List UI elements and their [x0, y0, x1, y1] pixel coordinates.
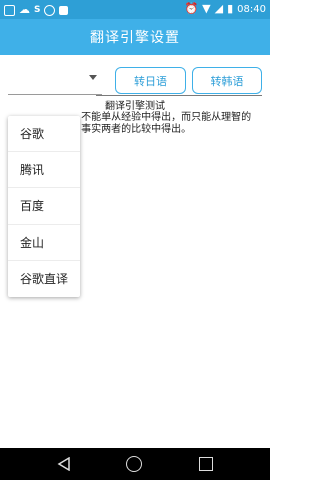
menu-item-tencent[interactable]: 腾讯 — [8, 152, 80, 189]
home-icon[interactable] — [126, 456, 142, 472]
circle-icon — [44, 4, 56, 16]
dropdown-arrow-icon[interactable] — [89, 75, 97, 80]
alarm-icon: ⏰ — [184, 2, 199, 15]
page-title: 翻译引擎设置 — [90, 30, 180, 46]
navigation-bar — [0, 448, 270, 480]
recent-apps-icon[interactable] — [199, 457, 213, 471]
status-left-icons: ☁ S — [4, 3, 69, 17]
input-underline — [96, 95, 262, 96]
engine-spinner-underline — [8, 94, 102, 95]
cloud-icon: ☁ — [19, 3, 30, 16]
image-icon — [4, 4, 15, 16]
status-right-icons: ⏰ ▼ ◢ ▮ 08:40 — [184, 2, 266, 16]
main-content: 转日语 转韩语 翻译引擎测试 不能单从经验中得出，而只能从理智的 事实两者的比较… — [0, 55, 270, 448]
signal-icon: ◢ — [214, 2, 224, 15]
menu-item-kingsoft[interactable]: 金山 — [8, 225, 80, 261]
to-korean-button[interactable]: 转韩语 — [192, 67, 262, 94]
to-japanese-button[interactable]: 转日语 — [115, 67, 186, 94]
menu-item-google[interactable]: 谷歌 — [8, 116, 80, 153]
square-icon — [59, 5, 69, 15]
status-time: 08:40 — [237, 3, 266, 15]
app-bar: 翻译引擎设置 — [0, 19, 270, 55]
status-bar: ☁ S ⏰ ▼ ◢ ▮ 08:40 — [0, 0, 270, 19]
battery-icon: ▮ — [227, 2, 234, 15]
menu-item-baidu[interactable]: 百度 — [8, 188, 80, 225]
wifi-icon: ▼ — [202, 2, 211, 15]
menu-item-google-literal[interactable]: 谷歌直译 — [8, 261, 80, 297]
s-app-icon: S — [34, 5, 41, 15]
back-icon[interactable] — [57, 457, 71, 471]
test-title: 翻译引擎测试 — [105, 101, 165, 112]
engine-dropdown-menu: 谷歌 腾讯 百度 金山 谷歌直译 — [8, 116, 80, 297]
